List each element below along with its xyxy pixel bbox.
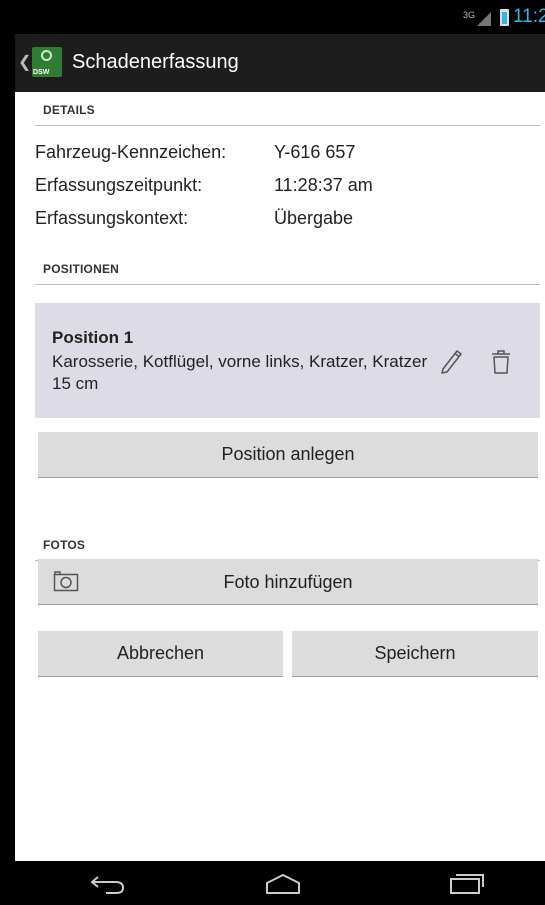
- chevron-left-icon[interactable]: ❮: [18, 52, 31, 72]
- positions-header-label: POSITIONEN: [43, 262, 120, 276]
- add-photo-label: Foto hinzufügen: [223, 572, 353, 592]
- navigation-bar: [15, 861, 545, 905]
- add-photo-button[interactable]: Foto hinzufügen: [38, 559, 538, 605]
- signal-strength-icon: [477, 12, 491, 26]
- detail-label: Erfassungszeitpunkt:: [35, 175, 203, 195]
- back-icon[interactable]: [88, 869, 128, 897]
- position-title: Position 1: [52, 328, 134, 347]
- status-bar: 3G 11:28: [15, 0, 545, 34]
- signal-type-label: 3G: [462, 10, 475, 20]
- pencil-icon[interactable]: [437, 345, 465, 377]
- battery-icon: [500, 9, 509, 26]
- positions-section-header: POSITIONEN: [35, 259, 540, 285]
- detail-label: Fahrzeug-Kennzeichen:: [35, 142, 227, 162]
- detail-value: Übergabe: [274, 208, 354, 228]
- detail-value: Y-616 657: [274, 142, 356, 162]
- detail-label: Erfassungskontext:: [35, 208, 189, 228]
- cancel-button[interactable]: Abbrechen: [38, 631, 283, 677]
- position-card[interactable]: Position 1 Karosserie, Kotflügel, vorne …: [35, 303, 540, 418]
- logo-text: DSW: [33, 69, 50, 76]
- fotos-header-label: FOTOS: [43, 538, 86, 552]
- trash-icon[interactable]: [489, 345, 513, 377]
- details-header-label: DETAILS: [43, 103, 95, 117]
- status-time: 11:28: [513, 6, 545, 27]
- app-logo-icon[interactable]: DSW: [32, 47, 62, 77]
- fotos-section-header: FOTOS: [35, 513, 540, 561]
- detail-value: 11:28:37 am: [274, 175, 373, 195]
- app-screen: 3G 11:28 ❮ DSW Schadenerfassung DETAILS …: [15, 0, 545, 905]
- action-bar: ❮ DSW Schadenerfassung: [15, 34, 545, 92]
- recent-apps-icon[interactable]: [447, 869, 487, 897]
- home-icon[interactable]: [263, 869, 303, 897]
- gear-icon: [41, 50, 52, 61]
- app-title: Schadenerfassung: [72, 51, 239, 73]
- save-button[interactable]: Speichern: [292, 631, 538, 677]
- details-section-header: DETAILS: [35, 100, 540, 126]
- add-position-button[interactable]: Position anlegen: [38, 432, 538, 478]
- position-description: Karosserie, Kotflügel, vorne links, Krat…: [52, 352, 428, 393]
